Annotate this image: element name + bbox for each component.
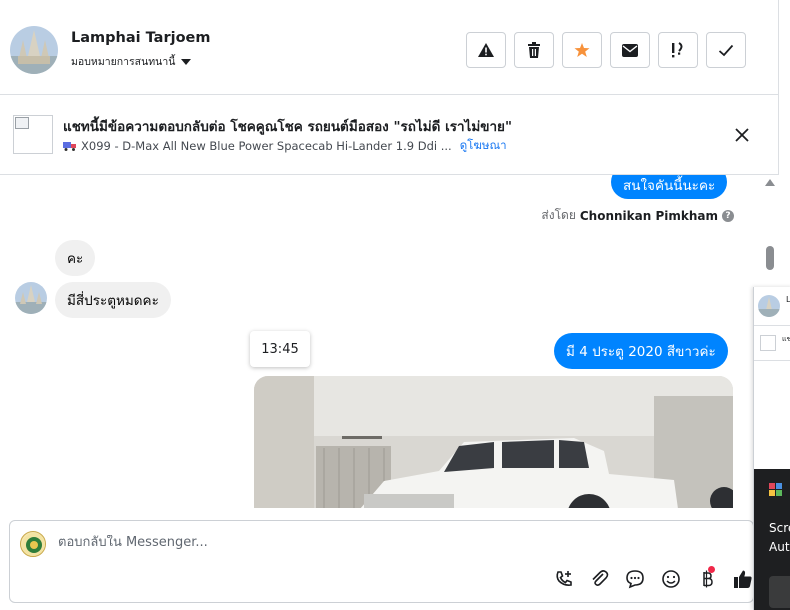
contact-avatar-small bbox=[15, 282, 47, 314]
panel-divider bbox=[778, 0, 779, 175]
attach-button[interactable] bbox=[588, 568, 610, 590]
close-icon[interactable] bbox=[733, 126, 751, 144]
ad-title: แชทนี้มีข้อความตอบกลับต่อ โชคคูณโชค รถยน… bbox=[63, 119, 512, 135]
contact-avatar[interactable] bbox=[10, 26, 58, 74]
popup-action-button[interactable] bbox=[769, 576, 790, 608]
report-spam-button[interactable] bbox=[466, 32, 506, 68]
view-ad-link[interactable]: ดูโฆษณา bbox=[460, 137, 507, 155]
ad-subtitle-row: X099 - D-Max All New Blue Power Spacecab… bbox=[63, 137, 507, 155]
recorder-icon bbox=[769, 483, 782, 496]
message-timestamp-tooltip: 13:45 bbox=[250, 331, 310, 367]
chat-bubble-icon bbox=[626, 570, 644, 589]
mini-ad-thumbnail bbox=[760, 335, 776, 351]
delete-button[interactable] bbox=[514, 32, 554, 68]
thumbs-up-icon bbox=[734, 570, 752, 588]
follow-up-icon bbox=[672, 42, 683, 58]
truck-icon bbox=[63, 142, 76, 151]
follow-up-button[interactable] bbox=[658, 32, 698, 68]
mark-unread-button[interactable] bbox=[610, 32, 650, 68]
conversation-header: Lamphai Tarjoem มอบหมายการสนทนานี้ bbox=[0, 0, 778, 95]
floating-chat-window[interactable]: L แช Scre Aut bbox=[753, 287, 790, 610]
mark-done-button[interactable] bbox=[706, 32, 746, 68]
baht-icon bbox=[703, 570, 713, 588]
call-add-button[interactable] bbox=[553, 568, 575, 590]
conversation-panel: Lamphai Tarjoem มอบหมายการสนทนานี้ แชทนี… bbox=[0, 0, 790, 610]
envelope-icon bbox=[622, 43, 638, 57]
payment-button[interactable] bbox=[696, 566, 718, 590]
like-button[interactable] bbox=[732, 568, 754, 590]
check-icon bbox=[718, 44, 734, 56]
sent-by-line: ส่งโดย Chonnikan Pimkham ? bbox=[541, 206, 734, 225]
warning-icon bbox=[478, 43, 494, 57]
call-add-icon bbox=[556, 571, 572, 586]
scroll-up-arrow-icon[interactable] bbox=[765, 179, 775, 186]
emoji-button[interactable] bbox=[660, 568, 682, 590]
incoming-message[interactable]: คะ bbox=[55, 240, 96, 276]
message-thread[interactable]: สนใจคันนี้นะคะ ส่งโดย Chonnikan Pimkham … bbox=[0, 175, 760, 508]
saved-replies-button[interactable] bbox=[624, 568, 646, 590]
popup-line-2: Aut bbox=[769, 540, 790, 554]
star-button[interactable] bbox=[562, 32, 602, 68]
star-icon bbox=[574, 43, 590, 57]
screen-recorder-popup[interactable]: Scre Aut bbox=[754, 469, 790, 610]
outgoing-message[interactable]: มี 4 ประตู 2020 สีขาวค่ะ bbox=[554, 333, 728, 369]
contact-name: Lamphai Tarjoem bbox=[71, 30, 211, 46]
ad-context-bar: แชทนี้มีข้อความตอบกลับต่อ โชคคูณโชค รถยน… bbox=[0, 95, 778, 175]
help-icon[interactable]: ? bbox=[722, 209, 734, 222]
paperclip-icon bbox=[592, 570, 609, 586]
reply-input[interactable] bbox=[58, 535, 458, 550]
trash-icon bbox=[528, 42, 540, 58]
reply-composer bbox=[9, 520, 754, 603]
caret-down-icon bbox=[181, 58, 192, 65]
car-photo-attachment[interactable] bbox=[254, 376, 733, 508]
mini-contact-avatar bbox=[758, 295, 780, 317]
incoming-message[interactable]: มีสี่ประตูหมดคะ bbox=[55, 282, 171, 318]
scrollbar-thumb[interactable] bbox=[766, 246, 774, 270]
mini-ad-title: แช bbox=[782, 335, 790, 343]
mini-divider bbox=[754, 360, 790, 361]
assign-conversation-dropdown[interactable]: มอบหมายการสนทนานี้ bbox=[71, 53, 192, 70]
assign-label: มอบหมายการสนทนานี้ bbox=[71, 56, 176, 68]
popup-line-1: Scre bbox=[769, 521, 790, 535]
ad-thumbnail[interactable] bbox=[13, 115, 53, 154]
sender-name: Chonnikan Pimkham bbox=[579, 208, 718, 223]
page-avatar bbox=[20, 531, 46, 557]
notification-dot bbox=[708, 566, 715, 573]
mini-divider bbox=[754, 325, 790, 326]
emoji-icon bbox=[662, 570, 680, 588]
outgoing-message[interactable]: สนใจคันนี้นะคะ bbox=[611, 175, 728, 199]
sent-by-prefix: ส่งโดย bbox=[541, 208, 576, 222]
mini-contact-name: L bbox=[786, 295, 790, 304]
ad-subtitle: X099 - D-Max All New Blue Power Spacecab… bbox=[81, 139, 452, 153]
